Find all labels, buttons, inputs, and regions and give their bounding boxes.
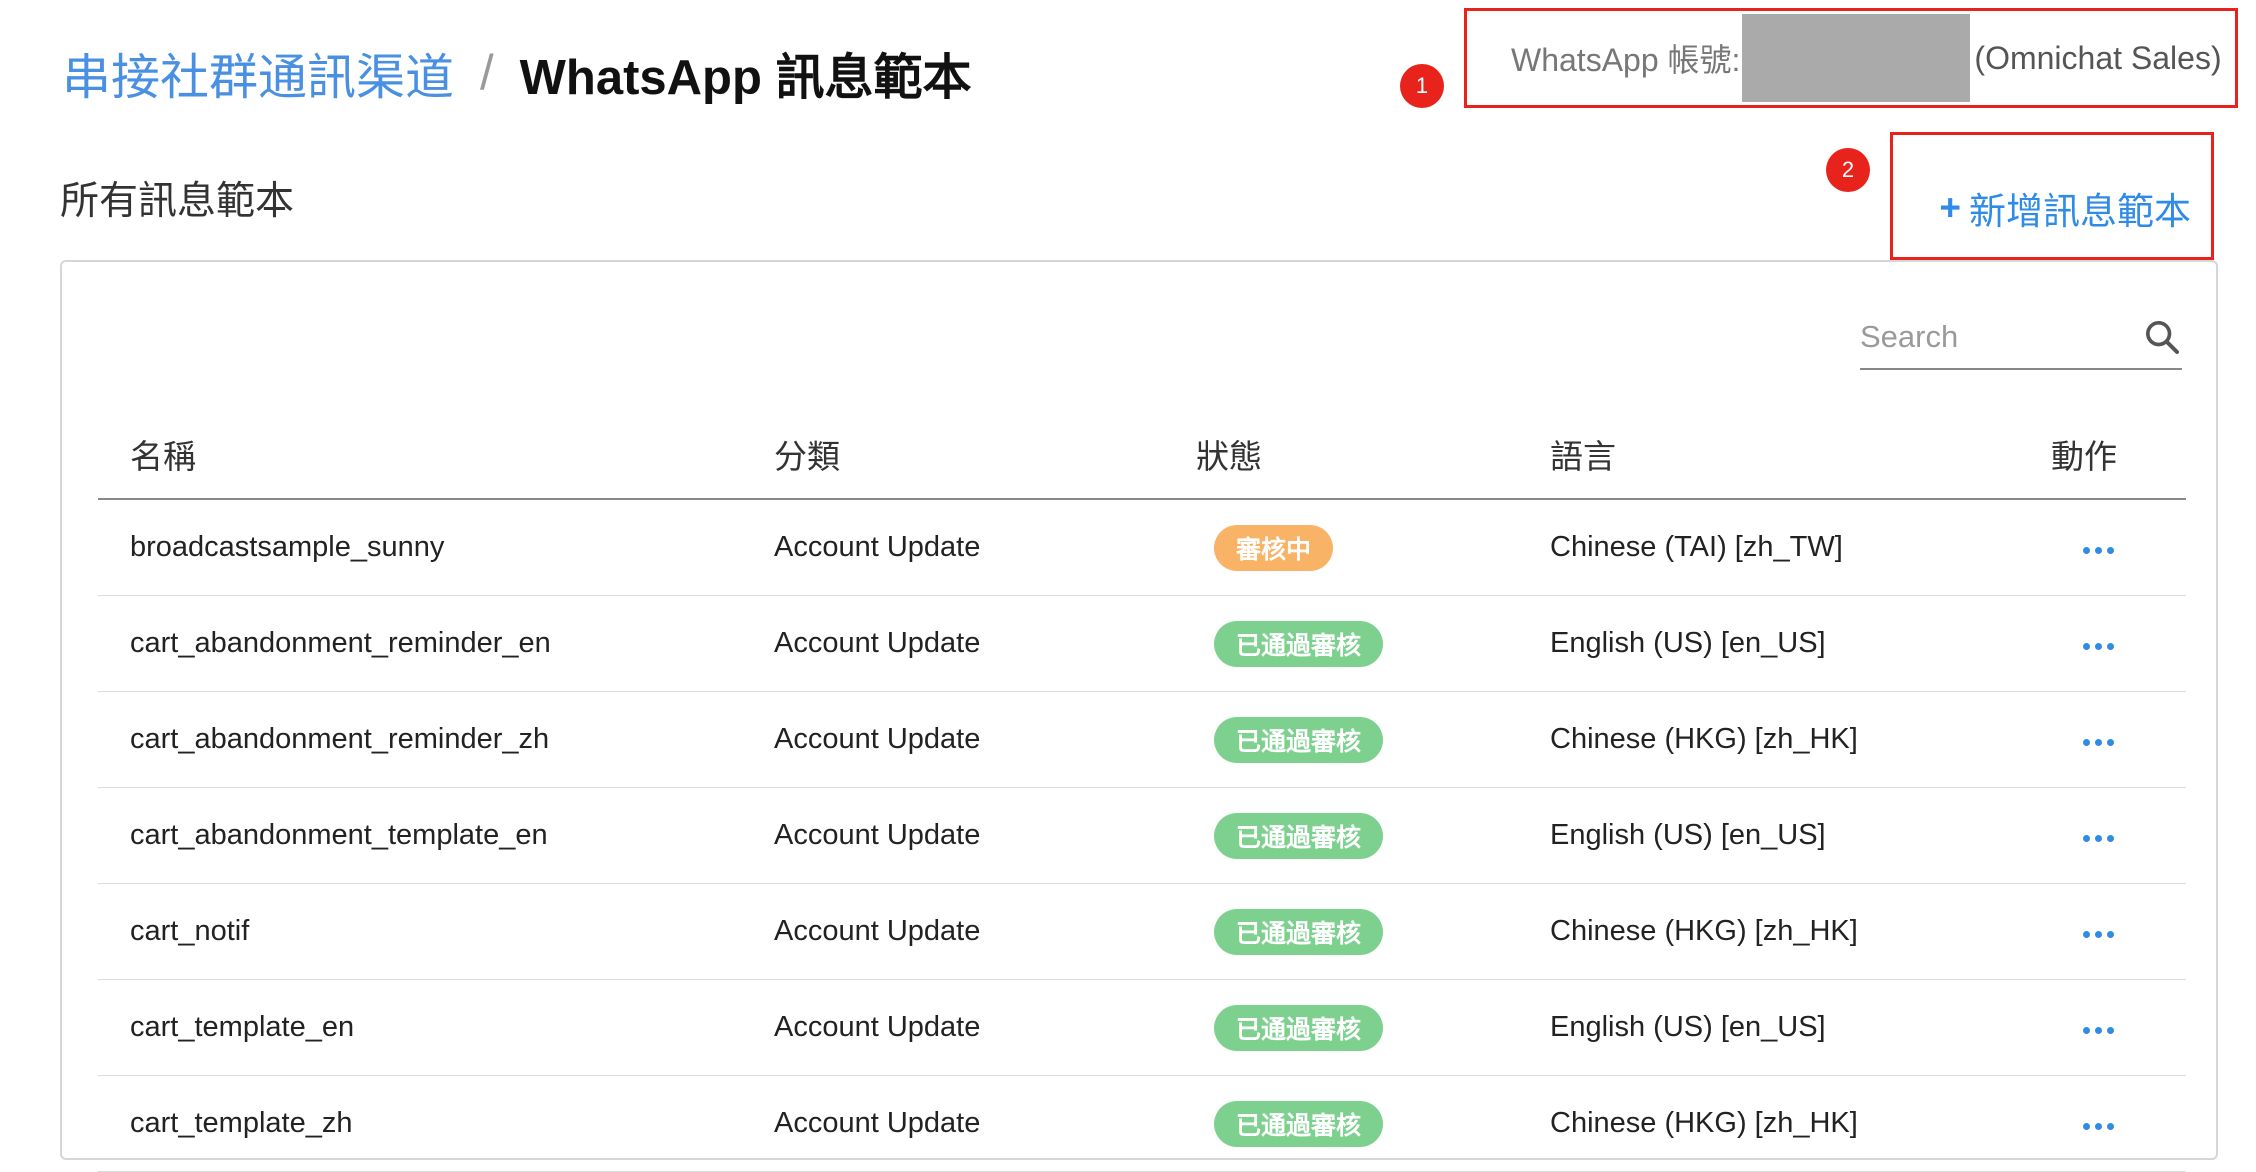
plus-icon: + (1939, 187, 1961, 228)
search-input[interactable] (1860, 319, 2110, 355)
account-info-highlight: WhatsApp 帳號: (Omnichat Sales) (1464, 8, 2238, 108)
table-row[interactable]: broadcastsample_sunny Account Update 審核中… (98, 500, 2186, 596)
more-actions-icon[interactable] (2082, 1016, 2114, 1046)
table-row[interactable]: cart_template_en Account Update 已通過審核 En… (98, 980, 2186, 1076)
masked-account-number (1742, 14, 1971, 102)
breadcrumb: 串接社群通訊渠道 / WhatsApp 訊息範本 (62, 38, 972, 108)
status-badge: 已通過審核 (1214, 620, 1384, 667)
status-badge: 已通過審核 (1214, 812, 1384, 859)
account-label: WhatsApp 帳號: (1511, 42, 1741, 78)
header-category[interactable]: 分類 (774, 430, 840, 478)
template-name: cart_abandonment_template_en (130, 819, 548, 851)
callout-marker-1: 1 (1400, 64, 1444, 108)
status-badge: 已通過審核 (1214, 716, 1384, 763)
header-status[interactable]: 狀態 (1196, 430, 1262, 478)
more-actions-icon[interactable] (2082, 728, 2114, 758)
template-name: cart_template_zh (130, 1107, 353, 1139)
template-name: cart_abandonment_reminder_en (130, 627, 551, 659)
search-bar (1860, 306, 2182, 370)
header-action: 動作 (2051, 438, 2117, 475)
page-title: WhatsApp 訊息範本 (519, 50, 972, 105)
breadcrumb-separator: / (480, 46, 494, 100)
template-language: Chinese (HKG) [zh_HK] (1550, 1107, 1858, 1139)
template-language: English (US) [en_US] (1550, 627, 1826, 659)
status-badge: 已通過審核 (1214, 908, 1384, 955)
template-language: Chinese (HKG) [zh_HK] (1550, 723, 1858, 755)
templates-card: 名稱 分類 狀態 語言 動作 broadcastsample_sunny Acc… (60, 260, 2218, 1172)
account-name: (Omnichat Sales) (1974, 39, 2222, 76)
add-template-button[interactable]: + 新增訊息範本 (1939, 181, 2191, 235)
template-category: Account Update (774, 723, 981, 755)
template-category: Account Update (774, 531, 981, 563)
header-language[interactable]: 語言 (1550, 430, 1616, 478)
template-name: cart_abandonment_reminder_zh (130, 723, 550, 755)
more-actions-icon[interactable] (2082, 824, 2114, 854)
add-template-label: 新增訊息範本 (1969, 191, 2191, 232)
table-header: 名稱 分類 狀態 語言 動作 (98, 410, 2186, 500)
table-row[interactable]: cart_notif Account Update 已通過審核 Chinese … (98, 884, 2186, 980)
callout-marker-2: 2 (1826, 148, 1870, 192)
template-language: Chinese (TAI) [zh_TW] (1550, 531, 1843, 563)
more-actions-icon[interactable] (2082, 920, 2114, 950)
template-language: English (US) [en_US] (1550, 819, 1826, 851)
status-badge: 已通過審核 (1214, 1100, 1384, 1147)
table-row[interactable]: cart_abandonment_reminder_zh Account Upd… (98, 692, 2186, 788)
template-category: Account Update (774, 1107, 981, 1139)
breadcrumb-parent-link[interactable]: 串接社群通訊渠道 (62, 38, 454, 109)
table-row[interactable]: cart_abandonment_template_en Account Upd… (98, 788, 2186, 884)
header-name[interactable]: 名稱 (130, 430, 196, 478)
template-language: English (US) [en_US] (1550, 1011, 1826, 1043)
template-category: Account Update (774, 819, 981, 851)
template-category: Account Update (774, 1011, 981, 1043)
template-name: cart_template_en (130, 1011, 355, 1043)
table-row[interactable]: cart_template_zh Account Update 已通過審核 Ch… (98, 1076, 2186, 1172)
more-actions-icon[interactable] (2082, 1112, 2114, 1142)
more-actions-icon[interactable] (2082, 536, 2114, 566)
template-name: cart_notif (130, 915, 250, 947)
more-actions-icon[interactable] (2082, 632, 2114, 662)
template-name: broadcastsample_sunny (130, 531, 445, 563)
template-category: Account Update (774, 627, 981, 659)
add-template-highlight: + 新增訊息範本 (1890, 132, 2214, 260)
status-badge: 已通過審核 (1214, 1004, 1384, 1051)
template-language: Chinese (HKG) [zh_HK] (1550, 915, 1858, 947)
template-category: Account Update (774, 915, 981, 947)
table-row[interactable]: cart_abandonment_reminder_en Account Upd… (98, 596, 2186, 692)
search-icon[interactable] (2142, 317, 2182, 357)
templates-table: 名稱 分類 狀態 語言 動作 broadcastsample_sunny Acc… (98, 410, 2186, 1172)
section-title: 所有訊息範本 (60, 180, 295, 223)
status-badge: 審核中 (1214, 524, 1334, 571)
